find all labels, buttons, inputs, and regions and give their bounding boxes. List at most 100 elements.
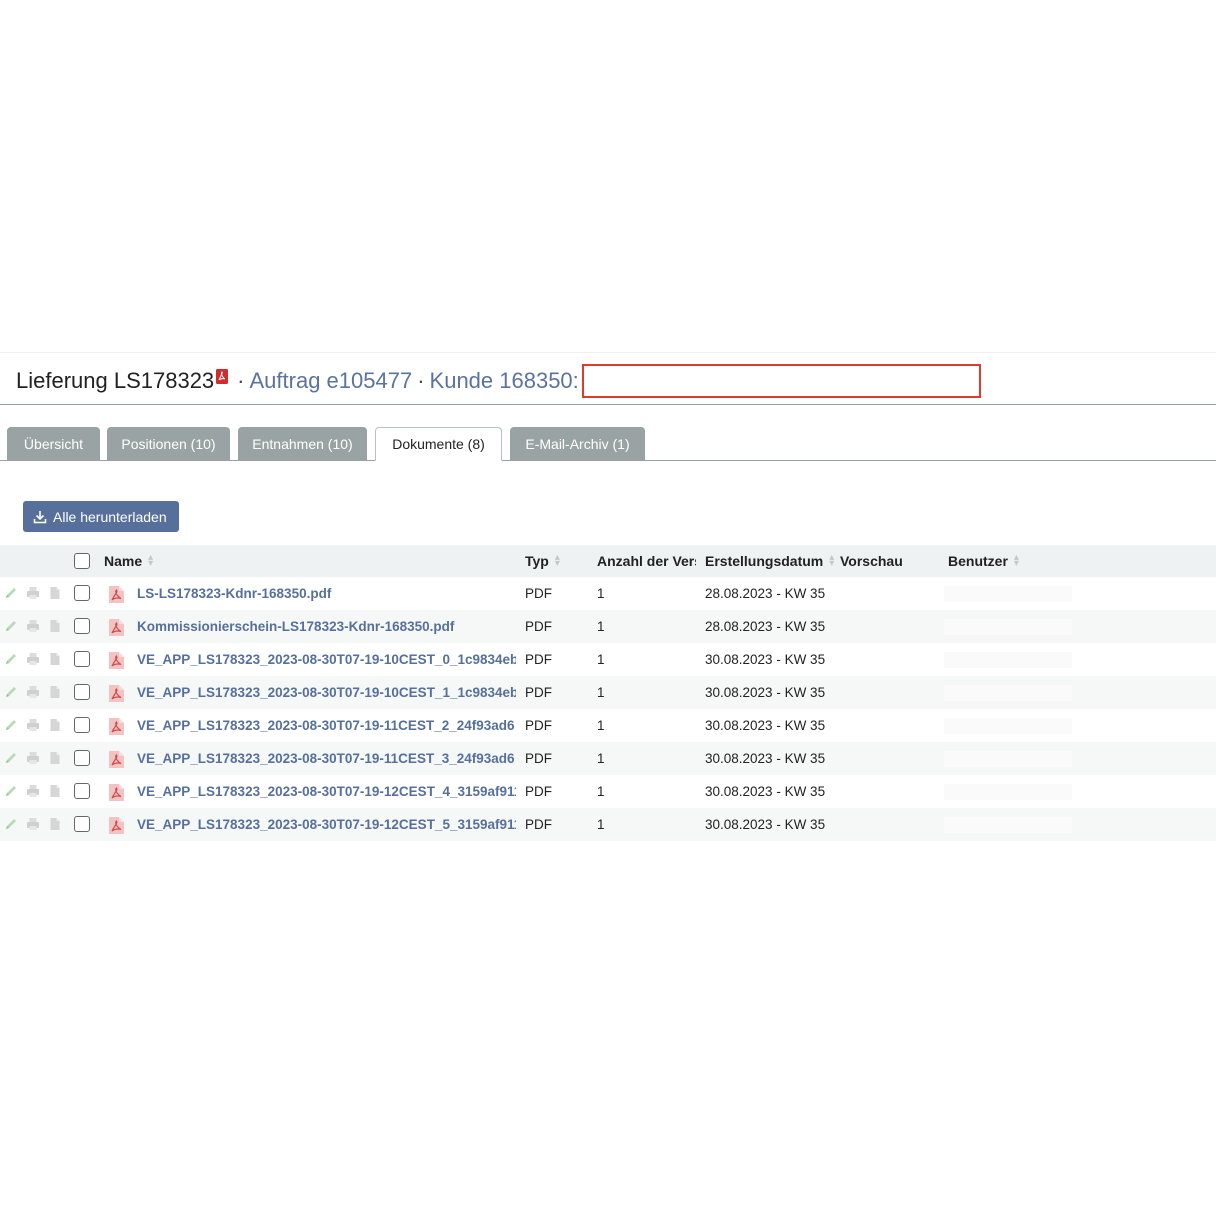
column-header-name[interactable]: Name ▴ ▾: [104, 545, 214, 577]
column-header-type[interactable]: Typ ▴ ▾: [525, 545, 585, 577]
title-separator: ·: [237, 368, 245, 393]
send-count: 1: [597, 751, 605, 766]
pencil-icon[interactable]: [4, 619, 18, 633]
document-icon[interactable]: [48, 718, 62, 732]
table-row: VE_APP_LS178323_2023-08-30T07-19-11CEST_…: [0, 742, 1216, 775]
send-count: 1: [597, 784, 605, 799]
page-title: Lieferung LS178323 · Auftrag e105477 · K…: [16, 364, 981, 398]
row-checkbox[interactable]: [74, 618, 90, 634]
table-body: LS-LS178323-Kdnr-168350.pdf PDF 1 28.08.…: [0, 577, 1216, 841]
tab-entnahmen[interactable]: Entnahmen (10): [238, 427, 367, 460]
created-date: 28.08.2023 - KW 35: [705, 619, 826, 634]
header-divider: [0, 404, 1216, 405]
column-header-user[interactable]: Benutzer ▴ ▾: [948, 545, 1068, 577]
table-header: Name ▴▾ Typ ▴▾ Anzahl der Versendungen E…: [0, 545, 1216, 577]
tab-email-archiv[interactable]: E-Mail-Archiv (1): [510, 427, 645, 460]
created-date: 30.08.2023 - KW 35: [705, 652, 826, 667]
order-link[interactable]: Auftrag e105477: [250, 368, 413, 394]
download-all-label: Alle herunterladen: [53, 508, 167, 525]
row-checkbox[interactable]: [74, 684, 90, 700]
column-header-created[interactable]: Erstellungsdatum ▴ ▾: [705, 545, 835, 577]
pdf-file-icon: [109, 652, 124, 669]
customer-name-redacted-box: [581, 364, 981, 398]
row-checkbox[interactable]: [74, 717, 90, 733]
created-date: 28.08.2023 - KW 35: [705, 586, 826, 601]
tab-uebersicht[interactable]: Übersicht: [7, 427, 100, 460]
select-all-checkbox[interactable]: [74, 553, 90, 569]
document-type: PDF: [525, 784, 552, 799]
document-name-link[interactable]: Kommissionierschein-LS178323-Kdnr-168350…: [137, 619, 454, 634]
pencil-icon[interactable]: [4, 751, 18, 765]
pencil-icon[interactable]: [4, 817, 18, 831]
document-type: PDF: [525, 652, 552, 667]
tab-dokumente[interactable]: Dokumente (8): [375, 427, 502, 461]
document-icon[interactable]: [48, 652, 62, 666]
send-count: 1: [597, 685, 605, 700]
user-redacted: [944, 652, 1072, 668]
created-date: 30.08.2023 - KW 35: [705, 784, 826, 799]
printer-icon[interactable]: [26, 619, 40, 633]
printer-icon[interactable]: [26, 784, 40, 798]
pencil-icon[interactable]: [4, 652, 18, 666]
document-name-link[interactable]: VE_APP_LS178323_2023-08-30T07-19-11CEST_…: [137, 718, 515, 733]
created-date: 30.08.2023 - KW 35: [705, 751, 826, 766]
table-row: VE_APP_LS178323_2023-08-30T07-19-10CEST_…: [0, 676, 1216, 709]
printer-icon[interactable]: [26, 586, 40, 600]
sort-icon: ▴ ▾: [554, 552, 560, 569]
row-checkbox[interactable]: [74, 816, 90, 832]
document-icon[interactable]: [48, 586, 62, 600]
printer-icon[interactable]: [26, 751, 40, 765]
send-count: 1: [597, 652, 605, 667]
documents-table: Name ▴▾ Typ ▴▾ Anzahl der Versendungen E…: [0, 545, 1216, 841]
document-name-link[interactable]: VE_APP_LS178323_2023-08-30T07-19-10CEST_…: [137, 685, 516, 700]
pencil-icon[interactable]: [4, 586, 18, 600]
download-icon: [33, 510, 47, 523]
user-redacted: [944, 718, 1072, 734]
sort-icon: ▴ ▾: [148, 552, 154, 569]
row-checkbox[interactable]: [74, 585, 90, 601]
pdf-badge-icon[interactable]: [216, 368, 229, 384]
pencil-icon[interactable]: [4, 685, 18, 699]
send-count: 1: [597, 586, 605, 601]
table-row: VE_APP_LS178323_2023-08-30T07-19-10CEST_…: [0, 643, 1216, 676]
pdf-file-icon: [109, 718, 124, 735]
document-icon[interactable]: [48, 685, 62, 699]
table-row: VE_APP_LS178323_2023-08-30T07-19-11CEST_…: [0, 709, 1216, 742]
pencil-icon[interactable]: [4, 784, 18, 798]
pdf-file-icon: [109, 751, 124, 768]
document-name-link[interactable]: VE_APP_LS178323_2023-08-30T07-19-12CEST_…: [137, 817, 516, 832]
document-icon[interactable]: [48, 817, 62, 831]
document-type: PDF: [525, 586, 552, 601]
sort-icon: ▴ ▾: [1013, 552, 1019, 569]
send-count: 1: [597, 619, 605, 634]
table-row: VE_APP_LS178323_2023-08-30T07-19-12CEST_…: [0, 775, 1216, 808]
printer-icon[interactable]: [26, 817, 40, 831]
customer-link[interactable]: Kunde 168350:: [430, 368, 579, 394]
document-type: PDF: [525, 685, 552, 700]
document-icon[interactable]: [48, 784, 62, 798]
row-checkbox[interactable]: [74, 750, 90, 766]
printer-icon[interactable]: [26, 652, 40, 666]
pdf-file-icon: [109, 619, 124, 636]
user-redacted: [944, 751, 1072, 767]
user-redacted: [944, 817, 1072, 833]
column-header-preview: Vorschau: [840, 553, 903, 569]
printer-icon[interactable]: [26, 718, 40, 732]
row-checkbox[interactable]: [74, 651, 90, 667]
document-icon[interactable]: [48, 751, 62, 765]
pdf-file-icon: [109, 685, 124, 702]
table-row: LS-LS178323-Kdnr-168350.pdf PDF 1 28.08.…: [0, 577, 1216, 610]
pencil-icon[interactable]: [4, 718, 18, 732]
delivery-title: Lieferung LS178323: [16, 368, 215, 393]
download-all-button[interactable]: Alle herunterladen: [23, 501, 179, 532]
tab-positionen[interactable]: Positionen (10): [107, 427, 230, 460]
document-name-link[interactable]: VE_APP_LS178323_2023-08-30T07-19-10CEST_…: [137, 652, 516, 667]
document-icon[interactable]: [48, 619, 62, 633]
printer-icon[interactable]: [26, 685, 40, 699]
document-name-link[interactable]: VE_APP_LS178323_2023-08-30T07-19-11CEST_…: [137, 751, 515, 766]
row-checkbox[interactable]: [74, 783, 90, 799]
document-name-link[interactable]: LS-LS178323-Kdnr-168350.pdf: [137, 586, 331, 601]
document-name-link[interactable]: VE_APP_LS178323_2023-08-30T07-19-12CEST_…: [137, 784, 516, 799]
column-header-count[interactable]: Anzahl der Versendungen: [597, 545, 696, 577]
document-type: PDF: [525, 718, 552, 733]
